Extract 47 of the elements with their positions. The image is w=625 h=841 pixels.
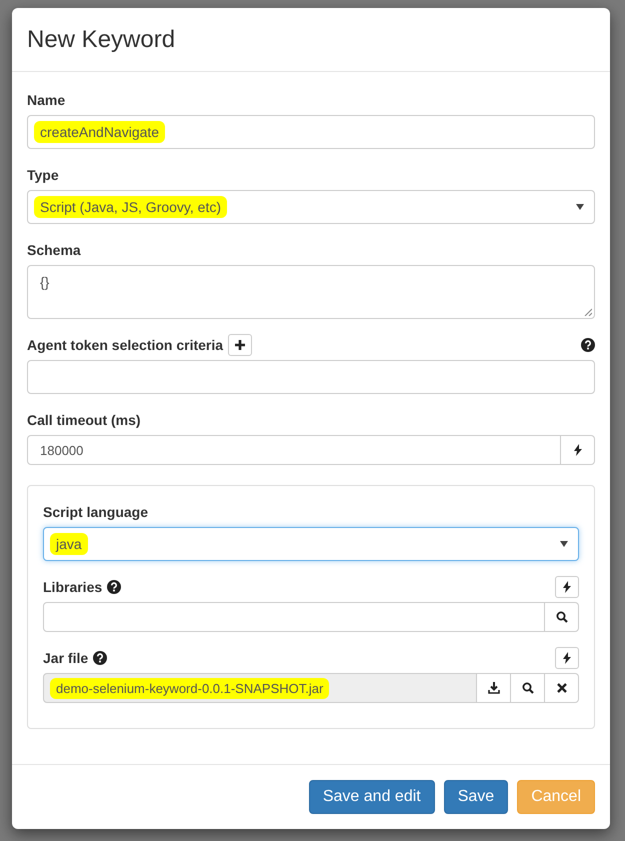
help-icon bbox=[107, 580, 122, 594]
field-label: Agent token selection criteria bbox=[27, 337, 224, 353]
dialog-title: New Keyword bbox=[27, 26, 176, 54]
field-value: Script (Java, JS, Groovy, etc) bbox=[34, 196, 228, 218]
caret-icon bbox=[560, 541, 568, 547]
field-label: Jar file bbox=[43, 650, 88, 666]
search-button[interactable] bbox=[511, 673, 545, 703]
download-button[interactable] bbox=[477, 673, 511, 703]
remove-button[interactable] bbox=[545, 673, 579, 703]
search-icon bbox=[522, 682, 534, 694]
field-label: Call timeout (ms) bbox=[27, 412, 141, 428]
criteria-input[interactable] bbox=[27, 360, 595, 394]
save-button[interactable]: Save and edit bbox=[308, 780, 435, 814]
timeout-input[interactable]: 180000 bbox=[27, 435, 561, 465]
field-label: Libraries bbox=[43, 579, 102, 595]
close-icon bbox=[556, 683, 566, 693]
field-label: Schema bbox=[27, 242, 81, 258]
lightning-icon bbox=[574, 444, 582, 456]
caret-icon bbox=[576, 204, 584, 210]
add-button[interactable] bbox=[228, 334, 252, 356]
dynamic-toggle-button[interactable] bbox=[555, 576, 579, 598]
field-value: 180000 bbox=[40, 442, 84, 458]
download-icon bbox=[488, 682, 500, 694]
lightning-icon bbox=[563, 652, 571, 664]
dynamic-toggle-button[interactable] bbox=[555, 647, 579, 669]
field-value: createAndNavigate bbox=[34, 121, 166, 143]
help-icon bbox=[93, 651, 108, 665]
schema-textarea[interactable]: {} bbox=[27, 265, 595, 319]
field-value: {} bbox=[40, 274, 50, 290]
field-value: java bbox=[50, 533, 88, 555]
field-label: Script language bbox=[43, 504, 148, 520]
field-label: Type bbox=[27, 167, 59, 183]
search-button[interactable] bbox=[545, 602, 579, 632]
file-input[interactable]: demo-selenium-keyword-0.0.1-SNAPSHOT.jar bbox=[43, 673, 477, 703]
dropdown[interactable]: java bbox=[43, 527, 579, 561]
plus-icon bbox=[234, 339, 246, 351]
field-value: demo-selenium-keyword-0.0.1-SNAPSHOT.jar bbox=[50, 678, 330, 698]
help-icon bbox=[581, 338, 595, 352]
lightning-icon bbox=[563, 581, 571, 593]
file-input[interactable] bbox=[43, 602, 545, 632]
save-button[interactable]: Save bbox=[444, 780, 508, 814]
field-label: Name bbox=[27, 92, 66, 108]
dynamic-toggle-button[interactable] bbox=[561, 435, 595, 465]
resize-handle-icon[interactable] bbox=[584, 308, 592, 316]
search-icon bbox=[556, 611, 568, 623]
name-input[interactable]: createAndNavigate bbox=[27, 115, 595, 149]
dropdown[interactable]: Script (Java, JS, Groovy, etc) bbox=[27, 190, 595, 224]
